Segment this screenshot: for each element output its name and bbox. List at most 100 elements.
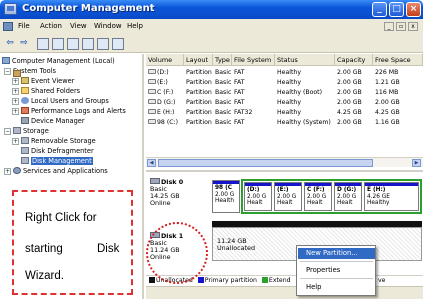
forward-icon[interactable]: ⇨ [18, 38, 30, 50]
cell-capacity: 2.00 GB [335, 98, 373, 108]
cell-volume: 98 (C:) [146, 118, 184, 128]
tree-item-storage[interactable]: − Storage [4, 127, 49, 136]
tree-item-services[interactable]: + Services and Applications [4, 167, 108, 176]
disk-management-icon [21, 157, 29, 164]
menu-help[interactable]: Help [127, 22, 143, 30]
cell-status: Healthy (System) [275, 118, 335, 128]
disk-0-partition-c[interactable]: 98 (C 2.00 G Health [212, 180, 240, 213]
maximize-button[interactable]: □ [389, 2, 404, 17]
menu-item-properties[interactable]: Properties [298, 265, 375, 276]
table-row[interactable]: C (F:) Partition Basic FAT Healthy (Boot) 2.0… [146, 88, 423, 98]
cell-status: Healthy (Boot) [275, 88, 335, 98]
disk-0-label[interactable]: Disk 0 Basic 14.25 GB Online [150, 178, 210, 207]
collapse-icon[interactable]: − [4, 128, 11, 135]
tree-item-local-users[interactable]: + Local Users and Groups [12, 97, 109, 106]
menu-file[interactable]: File [18, 22, 30, 30]
cell-text: Basic [215, 69, 232, 76]
cell-free-space: 1.16 GB [373, 118, 423, 128]
system-tools-icon [13, 70, 21, 77]
collapse-icon[interactable]: − [4, 68, 11, 75]
tree-item-disk-management[interactable]: Disk Management [21, 157, 93, 166]
mdi-minimize-button[interactable]: _ [384, 22, 394, 31]
tree-item-device-manager[interactable]: Device Manager [21, 117, 85, 126]
tree-item-removable-storage[interactable]: + Removable Storage [12, 137, 96, 146]
partition-label: (D:) [247, 187, 260, 193]
refresh-icon[interactable] [67, 38, 79, 50]
column-free-space[interactable]: Free Space [373, 54, 423, 66]
menu-view[interactable]: View [70, 22, 87, 30]
mdi-restore-button[interactable]: ▫ [396, 22, 406, 31]
cell-text: FAT [234, 79, 245, 86]
tree-item-event-viewer[interactable]: + Event Viewer [12, 77, 74, 86]
cell-text: Basic [215, 109, 232, 116]
computer-management-icon [4, 3, 17, 15]
disk-0-partition-e[interactable]: (E:) 2.00 G Healt [274, 182, 302, 211]
partition-label: D (G:) [337, 187, 357, 193]
scroll-right-icon[interactable]: ▶ [412, 159, 421, 167]
expand-icon[interactable]: + [4, 168, 11, 175]
expand-icon[interactable]: + [12, 98, 19, 105]
column-status[interactable]: Status [275, 54, 335, 66]
show-hide-tree-icon[interactable] [52, 38, 64, 50]
help-icon[interactable] [97, 38, 109, 50]
tree-item-shared-folders[interactable]: + Shared Folders [12, 87, 80, 96]
scroll-thumb[interactable] [158, 159, 373, 167]
properties-icon[interactable] [112, 38, 124, 50]
menu-item-new-partition[interactable]: New Partition... [298, 248, 375, 259]
cell-status: Healthy [275, 78, 335, 88]
minimize-button[interactable]: _ [372, 2, 387, 17]
column-file-system[interactable]: File System [232, 54, 275, 66]
column-volume[interactable]: Volume [146, 54, 184, 66]
column-layout[interactable]: Layout [184, 54, 213, 66]
table-row[interactable]: D (G:) Partition Basic FAT Healthy 2.00 GB 2.0… [146, 98, 423, 108]
cell-text: 116 MB [375, 89, 399, 96]
highlight-circle [146, 222, 208, 284]
tree-label-event-viewer: Event Viewer [31, 77, 75, 85]
table-row[interactable]: 98 (C:) Partition Basic FAT Healthy (System)… [146, 118, 423, 128]
cell-text: 4.25 GB [337, 109, 362, 116]
disk-0-partition-h[interactable]: E (H:) 4.26 GE Healthy [364, 182, 419, 211]
disk-0-status: Online [150, 199, 171, 207]
tree-item-disk-defragmenter[interactable]: Disk Defragmenter [21, 147, 94, 156]
cell-text: 226 MB [375, 69, 399, 76]
tree-item-perf-logs[interactable]: + Performance Logs and Alerts [12, 107, 126, 116]
expand-icon[interactable]: + [12, 78, 19, 85]
up-icon[interactable] [37, 38, 49, 50]
expand-icon[interactable]: + [12, 88, 19, 95]
context-menu: New Partition... Properties Help [296, 245, 376, 296]
cell-text: Healthy (Boot) [277, 89, 323, 96]
volume-icon [148, 89, 156, 94]
table-row[interactable]: E (H:) Partition Basic FAT32 Healthy 4.25 GB 4… [146, 108, 423, 118]
back-icon[interactable]: ⇦ [4, 38, 16, 50]
expand-icon[interactable]: + [12, 108, 19, 115]
disk-0-partition-f[interactable]: C (F:) 2.00 G Healt [304, 182, 332, 211]
table-row[interactable]: (E:) Partition Basic FAT Healthy 2.00 GB 1.21 … [146, 78, 423, 88]
cell-type: Basic [213, 88, 232, 98]
menu-item-help[interactable]: Help [298, 282, 375, 293]
horizontal-scrollbar[interactable]: ◀ ▶ [146, 157, 423, 167]
disk-0-partition-d[interactable]: (D:) 2.00 G Healt [244, 182, 272, 211]
disk-0-partition-g[interactable]: D (G:) 2.00 G Healt [334, 182, 362, 211]
column-capacity[interactable]: Capacity [335, 54, 373, 66]
computer-icon [2, 57, 10, 64]
column-type[interactable]: Type [213, 54, 232, 66]
partition-size: 2.00 G [307, 193, 327, 200]
menu-window[interactable]: Window [94, 22, 122, 30]
cell-layout: Partition [184, 68, 213, 78]
event-viewer-icon [21, 77, 29, 84]
instruction-callout: Right Click for starting Disk Wizard. [12, 190, 133, 295]
cell-free-space: 116 MB [373, 88, 423, 98]
export-icon[interactable] [82, 38, 94, 50]
mdi-close-button[interactable]: x [408, 22, 418, 31]
tree-item-system-tools[interactable]: − System Tools [4, 67, 56, 77]
title-bar: Computer Management _ □ × [0, 0, 423, 19]
tree-item-root[interactable]: Computer Management (Local) [2, 57, 115, 66]
table-row[interactable]: (D:) Partition Basic FAT Healthy 2.00 GB 226 M… [146, 68, 423, 78]
disk-icon [150, 178, 160, 184]
volume-list-header: Volume Layout Type File System Status Ca… [146, 54, 423, 66]
expand-icon[interactable]: + [12, 138, 19, 145]
mmc-window-icon[interactable] [3, 22, 13, 31]
menu-action[interactable]: Action [40, 22, 62, 30]
close-button[interactable]: × [406, 2, 421, 17]
scroll-left-icon[interactable]: ◀ [147, 159, 156, 167]
